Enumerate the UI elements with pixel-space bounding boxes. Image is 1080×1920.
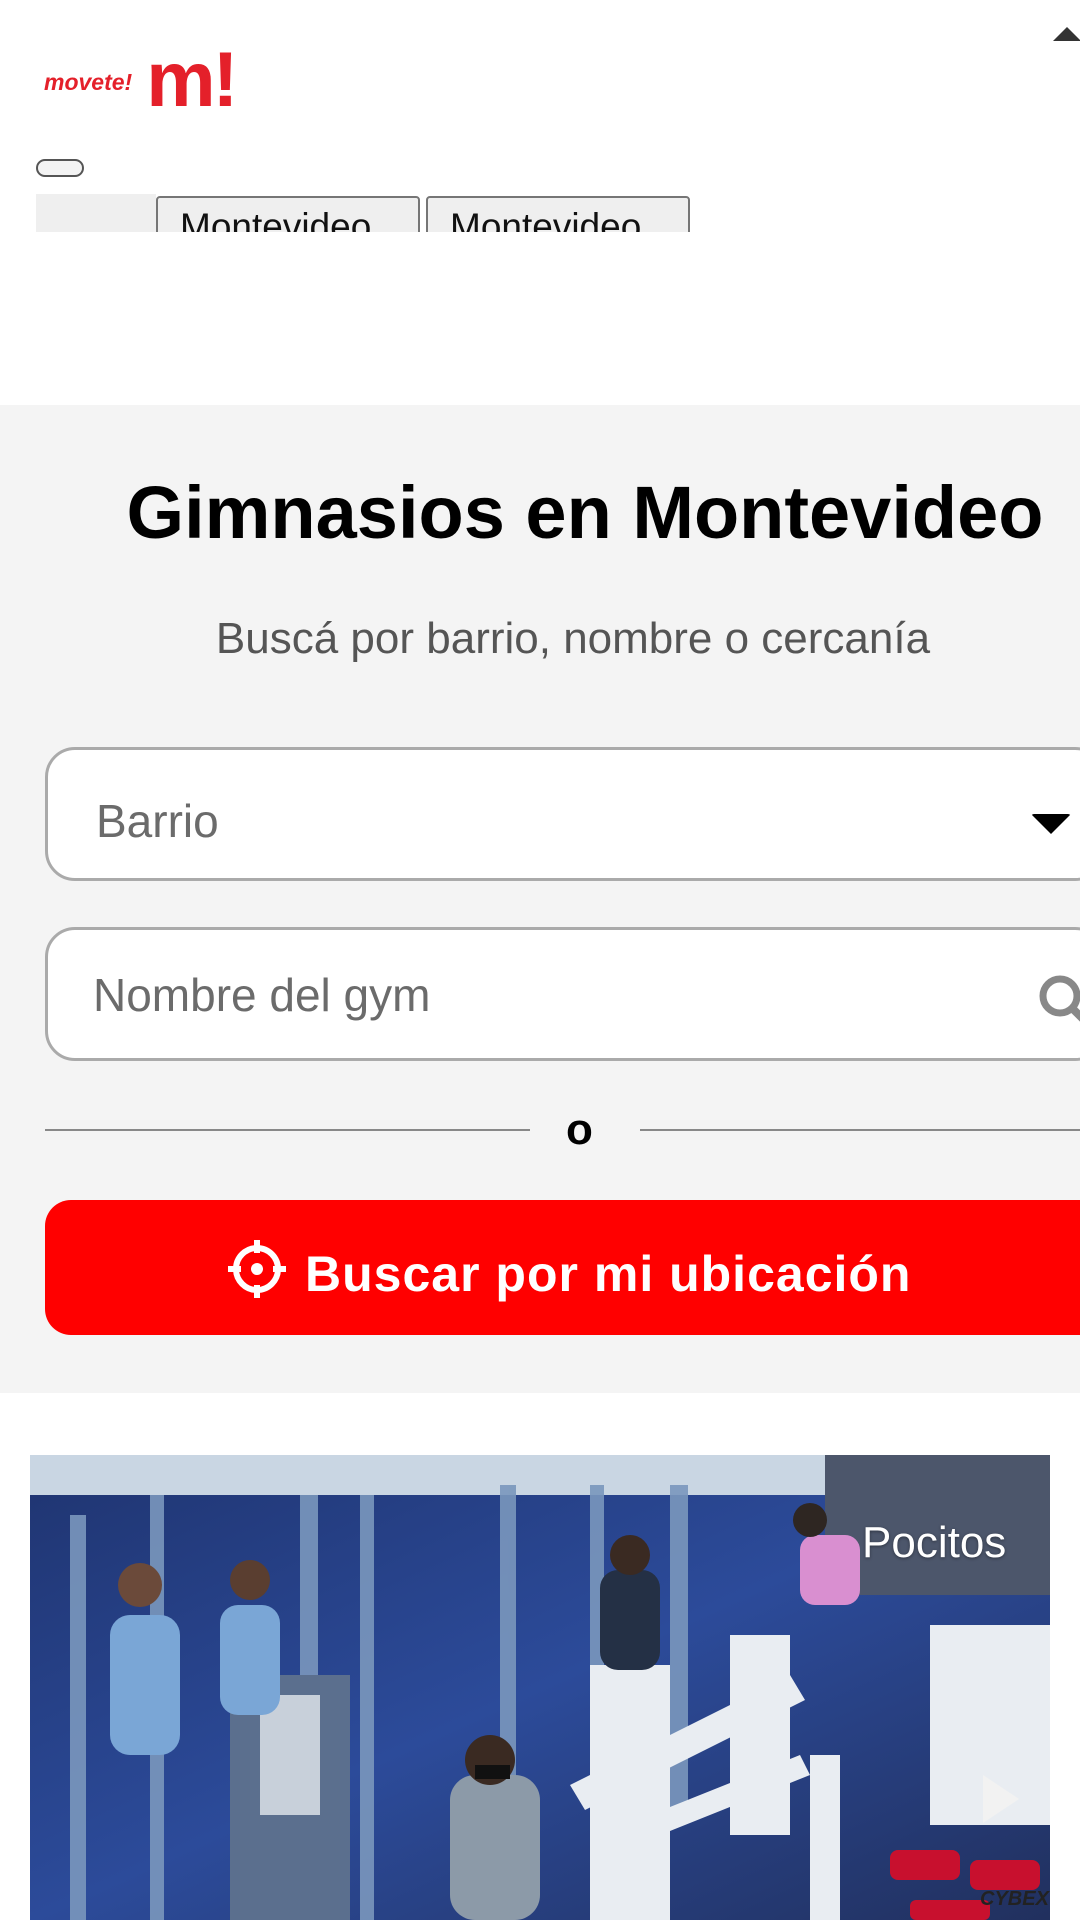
page-title: Gimnasios en Montevideo: [126, 471, 1044, 554]
divider-text: o: [566, 1105, 593, 1154]
photo-brand-text: CYBEX: [980, 1888, 1050, 1910]
logo-text-big: m!: [146, 35, 238, 123]
neighborhood-badge: Pocitos: [862, 1518, 1007, 1567]
divider-line-right: [640, 1129, 1080, 1131]
divider-line-left: [45, 1129, 530, 1131]
barrio-select[interactable]: Barrio: [45, 747, 1080, 881]
locate-me-label: Buscar por mi ubicación: [305, 1246, 912, 1302]
tab-placeholder: [36, 194, 156, 232]
barrio-select-value: Barrio: [96, 795, 219, 847]
logo[interactable]: movete! m!: [44, 35, 239, 123]
page-subtitle: Buscá por barrio, nombre o cercanía: [215, 614, 931, 663]
tab-montevideo-1[interactable]: Montevideo: [156, 196, 420, 232]
crosshair-icon: [228, 1240, 286, 1298]
carousel-next-icon[interactable]: [983, 1775, 1019, 1823]
caret-down-icon: [1031, 814, 1071, 834]
gym-name-input[interactable]: [93, 960, 993, 1030]
page: movete! m! Montevideo Montevideo Gimnasi…: [0, 0, 1080, 1920]
logo-text-small: movete!: [44, 69, 133, 95]
scroll-up-icon[interactable]: [1053, 27, 1080, 41]
search-icon[interactable]: [1036, 972, 1080, 1032]
gym-name-field: [45, 927, 1080, 1061]
tab-montevideo-2[interactable]: Montevideo: [426, 196, 690, 232]
city-tabs: Montevideo Montevideo: [36, 194, 696, 232]
menu-toggle-button[interactable]: [36, 159, 84, 177]
